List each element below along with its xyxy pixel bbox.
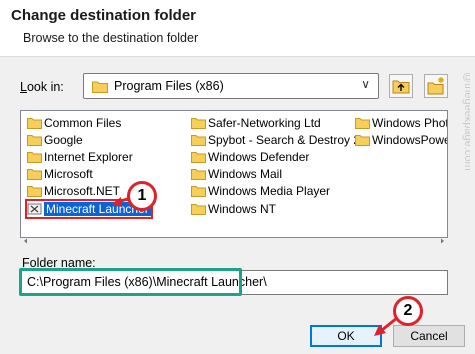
arrow-to-ok-button (381, 316, 398, 332)
svg-text:@thegeekpage.com: @thegeekpage.com (462, 72, 470, 171)
callout-arrows (112, 196, 398, 336)
watermark: @thegeekpage.com (462, 72, 470, 171)
arrow-to-selected-folder-head (112, 197, 122, 207)
